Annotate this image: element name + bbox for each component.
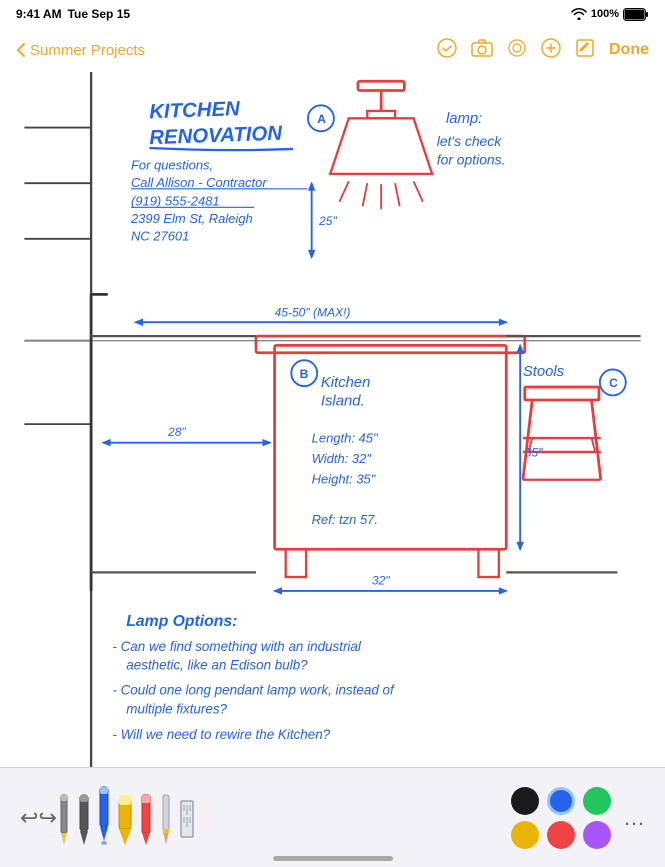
svg-text:Kitchen: Kitchen [321, 375, 370, 391]
svg-text:Height: 35": Height: 35" [312, 471, 377, 486]
color-row-top [511, 787, 611, 815]
battery-label: 100% [591, 8, 619, 20]
color-row-bottom [511, 821, 611, 849]
status-right: 100% [571, 8, 649, 21]
color-green[interactable] [583, 787, 611, 815]
svg-text:Call Allison - Contractor: Call Allison - Contractor [131, 175, 267, 190]
svg-text:Length: 45": Length: 45" [312, 431, 379, 446]
camera-icon[interactable] [471, 39, 493, 62]
svg-text:For questions,: For questions, [131, 157, 213, 172]
status-time: 9:41 AM [16, 7, 62, 21]
svg-text:Ref: tzn 57.: Ref: tzn 57. [312, 512, 378, 527]
svg-text:28": 28" [167, 425, 186, 439]
svg-text:45-50" (MAX!): 45-50" (MAX!) [275, 306, 351, 320]
more-button[interactable]: … [623, 805, 645, 831]
drawing-tools [57, 785, 195, 850]
svg-text:35": 35" [525, 446, 543, 460]
note-svg: KITCHEN RENOVATION For questions, Call A… [0, 72, 665, 767]
svg-text:lamp:: lamp: [446, 111, 482, 127]
svg-text:multiple fixtures?: multiple fixtures? [126, 701, 227, 716]
back-button[interactable]: Summer Projects [16, 42, 145, 59]
ruler-tool[interactable] [179, 793, 195, 850]
status-left: 9:41 AM Tue Sep 15 [16, 7, 130, 21]
color-blue[interactable] [547, 787, 575, 815]
svg-text:Island.: Island. [321, 394, 365, 410]
svg-text:- Will we need to rewire the K: - Will we need to rewire the Kitchen? [112, 727, 330, 742]
home-bar [273, 856, 393, 861]
text-tool[interactable] [57, 793, 71, 850]
svg-text:aesthetic, like an Edison bulb: aesthetic, like an Edison bulb? [126, 658, 308, 673]
svg-text:for options.: for options. [437, 152, 506, 168]
undo-button[interactable]: ↩ [20, 805, 38, 831]
svg-text:RENOVATION: RENOVATION [149, 123, 284, 150]
nav-tools: Done [437, 38, 649, 63]
color-red[interactable] [547, 821, 575, 849]
svg-text:32": 32" [372, 573, 390, 587]
svg-text:B: B [300, 367, 309, 381]
color-palette [511, 787, 611, 849]
svg-text:Stools: Stools [523, 364, 565, 380]
svg-text:let's check: let's check [437, 133, 502, 149]
highlighter-tool[interactable] [117, 793, 133, 850]
nav-bar: Summer Projects Done [0, 28, 665, 72]
chevron-left-icon [16, 42, 26, 58]
svg-text:C: C [609, 376, 618, 390]
toolbar: ↩ ↪ [0, 767, 665, 867]
svg-text:NC 27601: NC 27601 [131, 229, 189, 244]
svg-text:- Can we find something with a: - Can we find something with an industri… [112, 639, 361, 654]
svg-text:A: A [317, 112, 326, 126]
svg-text:2399 Elm St, Raleigh: 2399 Elm St, Raleigh [130, 211, 253, 226]
svg-text:25": 25" [318, 214, 337, 228]
lasso-icon[interactable] [507, 38, 527, 63]
back-label: Summer Projects [30, 42, 145, 59]
edit-icon[interactable] [575, 38, 595, 63]
redo-button[interactable]: ↪ [38, 805, 56, 831]
sketch-tool[interactable] [159, 793, 173, 850]
status-bar: 9:41 AM Tue Sep 15 100% [0, 0, 665, 28]
pen-tool-1[interactable] [77, 793, 91, 850]
wifi-icon [571, 8, 587, 20]
svg-text:(919) 555-2481: (919) 555-2481 [131, 193, 220, 208]
checkmark-icon[interactable] [437, 38, 457, 63]
note-canvas: KITCHEN RENOVATION For questions, Call A… [0, 72, 665, 767]
color-yellow[interactable] [511, 821, 539, 849]
svg-text:Lamp Options:: Lamp Options: [126, 613, 237, 630]
toolbar-top-row: ↩ ↪ [12, 781, 653, 854]
pen-tool-2-active[interactable] [97, 785, 111, 850]
marker-tool[interactable] [139, 793, 153, 850]
svg-text:- Could one long pendant lamp: - Could one long pendant lamp work, inst… [112, 683, 395, 698]
done-button[interactable]: Done [609, 41, 649, 59]
status-day: Tue Sep 15 [68, 7, 130, 21]
color-purple[interactable] [583, 821, 611, 849]
battery-icon [623, 8, 649, 21]
add-icon[interactable] [541, 38, 561, 63]
color-black[interactable] [511, 787, 539, 815]
svg-text:KITCHEN: KITCHEN [149, 98, 242, 123]
svg-text:Width: 32": Width: 32" [312, 451, 373, 466]
